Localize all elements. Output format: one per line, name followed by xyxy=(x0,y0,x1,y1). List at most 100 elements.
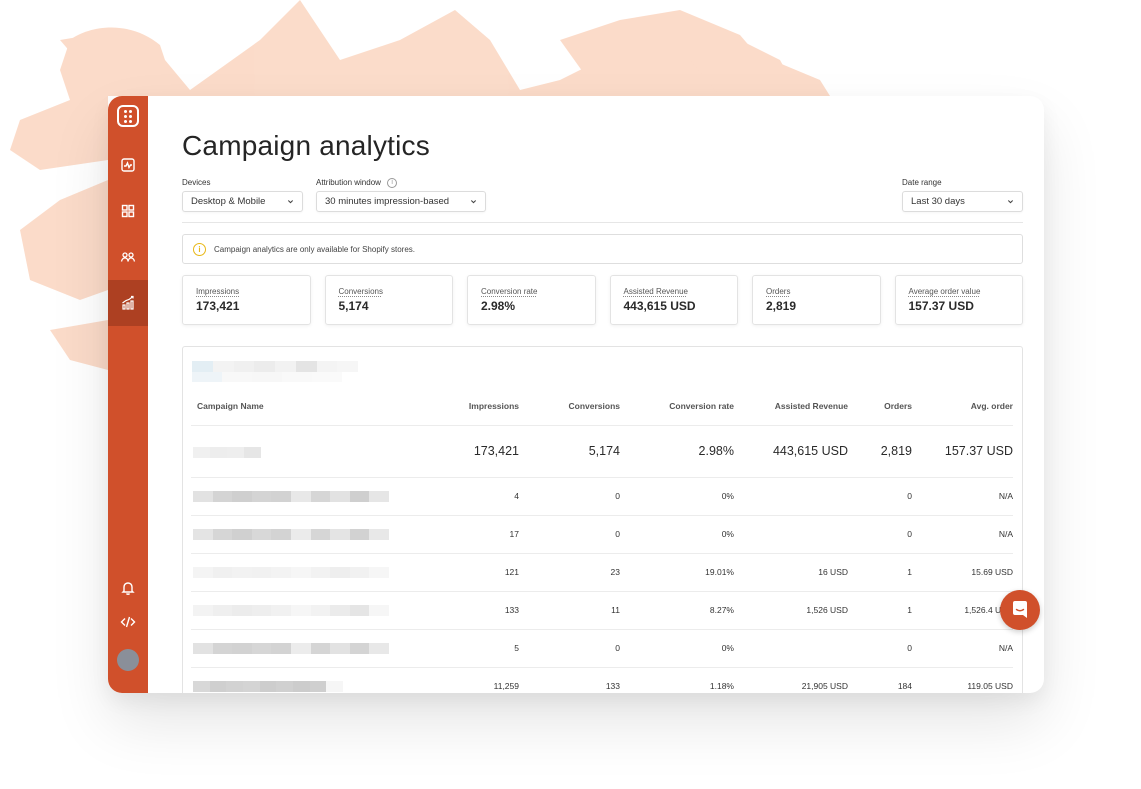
impressions-cell: 4 xyxy=(429,477,519,516)
card-value: 443,615 USD xyxy=(623,299,696,313)
summary-card-average-order-value[interactable]: Average order value 157.37 USD xyxy=(894,275,1023,325)
code-icon xyxy=(120,616,136,628)
aov-cell: 119.05 USD xyxy=(912,667,1013,693)
total-aov: 157.37 USD xyxy=(912,425,1013,478)
attribution-window-value: 30 minutes impression-based xyxy=(325,196,450,207)
campaign-name-cell[interactable] xyxy=(191,553,429,592)
info-icon[interactable]: i xyxy=(387,178,398,188)
blurred-campaign-name xyxy=(193,642,389,654)
devices-select[interactable]: Desktop & Mobile xyxy=(182,191,303,212)
column-header-conversions[interactable]: Conversions xyxy=(519,387,620,426)
sidebar-item-dashboard[interactable] xyxy=(108,142,148,188)
rate-cell: 0% xyxy=(620,515,734,554)
impressions-cell: 5 xyxy=(429,629,519,668)
column-header-avg-order[interactable]: Avg. order xyxy=(912,387,1013,426)
notice-text: Campaign analytics are only available fo… xyxy=(214,244,415,254)
revenue-cell xyxy=(734,515,848,554)
card-label: Assisted Revenue xyxy=(623,287,688,296)
conversions-cell: 0 xyxy=(519,629,620,668)
rate-cell: 0% xyxy=(620,629,734,668)
orders-cell: 0 xyxy=(848,629,912,668)
card-label: Average order value xyxy=(908,287,981,296)
devices-label: Devices xyxy=(182,178,211,187)
impressions-cell: 121 xyxy=(429,553,519,592)
table-row[interactable]: 5 0 0% 0 N/A xyxy=(191,629,1013,668)
total-conversions: 5,174 xyxy=(519,425,620,478)
summary-card-conversion-rate[interactable]: Conversion rate 2.98% xyxy=(467,275,596,325)
column-header-assisted-revenue[interactable]: Assisted Revenue xyxy=(734,387,848,426)
table-row[interactable]: 133 11 8.27% 1,526 USD 1 1,526.4 USD xyxy=(191,591,1013,630)
chat-launcher-button[interactable] xyxy=(1000,590,1040,630)
table-row[interactable]: 121 23 19.01% 16 USD 1 15.69 USD xyxy=(191,553,1013,592)
attribution-window-label-text: Attribution window xyxy=(316,178,381,188)
campaign-table: Campaign Name Impressions Conversions Co… xyxy=(191,387,1013,693)
summary-card-orders[interactable]: Orders 2,819 xyxy=(752,275,881,325)
bar-chart-growth-icon xyxy=(122,295,134,310)
sidebar-item-campaigns[interactable] xyxy=(108,188,148,234)
card-label: Conversions xyxy=(338,287,383,296)
total-orders: 2,819 xyxy=(848,425,912,478)
aov-cell: N/A xyxy=(912,629,1013,668)
app-logo-icon xyxy=(117,105,139,127)
blurred-table-subtitle xyxy=(192,372,342,382)
card-label: Conversion rate xyxy=(481,287,538,296)
blurred-campaign-name xyxy=(193,566,389,578)
orders-cell: 0 xyxy=(848,515,912,554)
column-header-orders[interactable]: Orders xyxy=(848,387,912,426)
avatar[interactable] xyxy=(117,649,139,671)
app-window: Campaign analytics Devices Desktop & Mob… xyxy=(108,96,1044,693)
total-name-cell xyxy=(191,425,429,478)
sidebar-item-subscribers[interactable] xyxy=(108,234,148,280)
rate-cell: 8.27% xyxy=(620,591,734,630)
conversions-cell: 0 xyxy=(519,477,620,516)
orders-cell: 0 xyxy=(848,477,912,516)
sidebar-item-notifications[interactable] xyxy=(108,571,148,605)
date-range-label: Date range xyxy=(902,178,942,187)
table-row[interactable]: 11,259 133 1.18% 21,905 USD 184 119.05 U… xyxy=(191,667,1013,693)
conversions-cell: 23 xyxy=(519,553,620,592)
chevron-down-icon xyxy=(470,200,477,204)
campaign-name-cell[interactable] xyxy=(191,591,429,630)
card-value: 2,819 xyxy=(766,299,797,313)
card-label: Impressions xyxy=(196,287,240,296)
column-header-campaign-name[interactable]: Campaign Name xyxy=(191,387,429,426)
chat-bubble-icon xyxy=(1013,601,1027,618)
orders-cell: 184 xyxy=(848,667,912,693)
impressions-cell: 11,259 xyxy=(429,667,519,693)
impressions-cell: 133 xyxy=(429,591,519,630)
summary-card-impressions[interactable]: Impressions 173,421 xyxy=(182,275,311,325)
table-header-row: Campaign Name Impressions Conversions Co… xyxy=(191,387,1013,426)
revenue-cell: 16 USD xyxy=(734,553,848,592)
table-row[interactable]: 4 0 0% 0 N/A xyxy=(191,477,1013,516)
bell-icon xyxy=(121,582,135,595)
campaign-name-cell[interactable] xyxy=(191,515,429,554)
campaign-name-cell[interactable] xyxy=(191,629,429,668)
orders-cell: 1 xyxy=(848,591,912,630)
blurred-campaign-name xyxy=(193,604,389,616)
column-header-conversion-rate[interactable]: Conversion rate xyxy=(620,387,734,426)
blurred-campaign-name xyxy=(193,528,389,540)
campaign-name-cell[interactable] xyxy=(191,667,429,693)
conversions-cell: 133 xyxy=(519,667,620,693)
date-range-select[interactable]: Last 30 days xyxy=(902,191,1023,212)
summary-card-conversions[interactable]: Conversions 5,174 xyxy=(324,275,453,325)
sidebar-item-embed-code[interactable] xyxy=(108,605,148,639)
campaign-name-cell[interactable] xyxy=(191,477,429,516)
card-value: 2.98% xyxy=(481,299,516,313)
aov-cell: 15.69 USD xyxy=(912,553,1013,592)
column-header-impressions[interactable]: Impressions xyxy=(429,387,519,426)
table-row[interactable]: 17 0 0% 0 N/A xyxy=(191,515,1013,554)
sidebar-item-analytics[interactable] xyxy=(108,280,148,326)
users-icon xyxy=(120,252,136,262)
grid-icon xyxy=(121,204,135,218)
aov-cell: N/A xyxy=(912,477,1013,516)
summary-card-assisted-revenue[interactable]: Assisted Revenue 443,615 USD xyxy=(609,275,738,325)
chevron-down-icon xyxy=(1007,200,1014,204)
attribution-window-select[interactable]: 30 minutes impression-based xyxy=(316,191,486,212)
aov-cell: N/A xyxy=(912,515,1013,554)
total-rate: 2.98% xyxy=(620,425,734,478)
blurred-campaign-name xyxy=(193,490,389,502)
sidebar-logo[interactable] xyxy=(108,96,148,136)
blurred-campaign-name xyxy=(193,680,344,692)
main-content: Campaign analytics Devices Desktop & Mob… xyxy=(148,96,1044,693)
